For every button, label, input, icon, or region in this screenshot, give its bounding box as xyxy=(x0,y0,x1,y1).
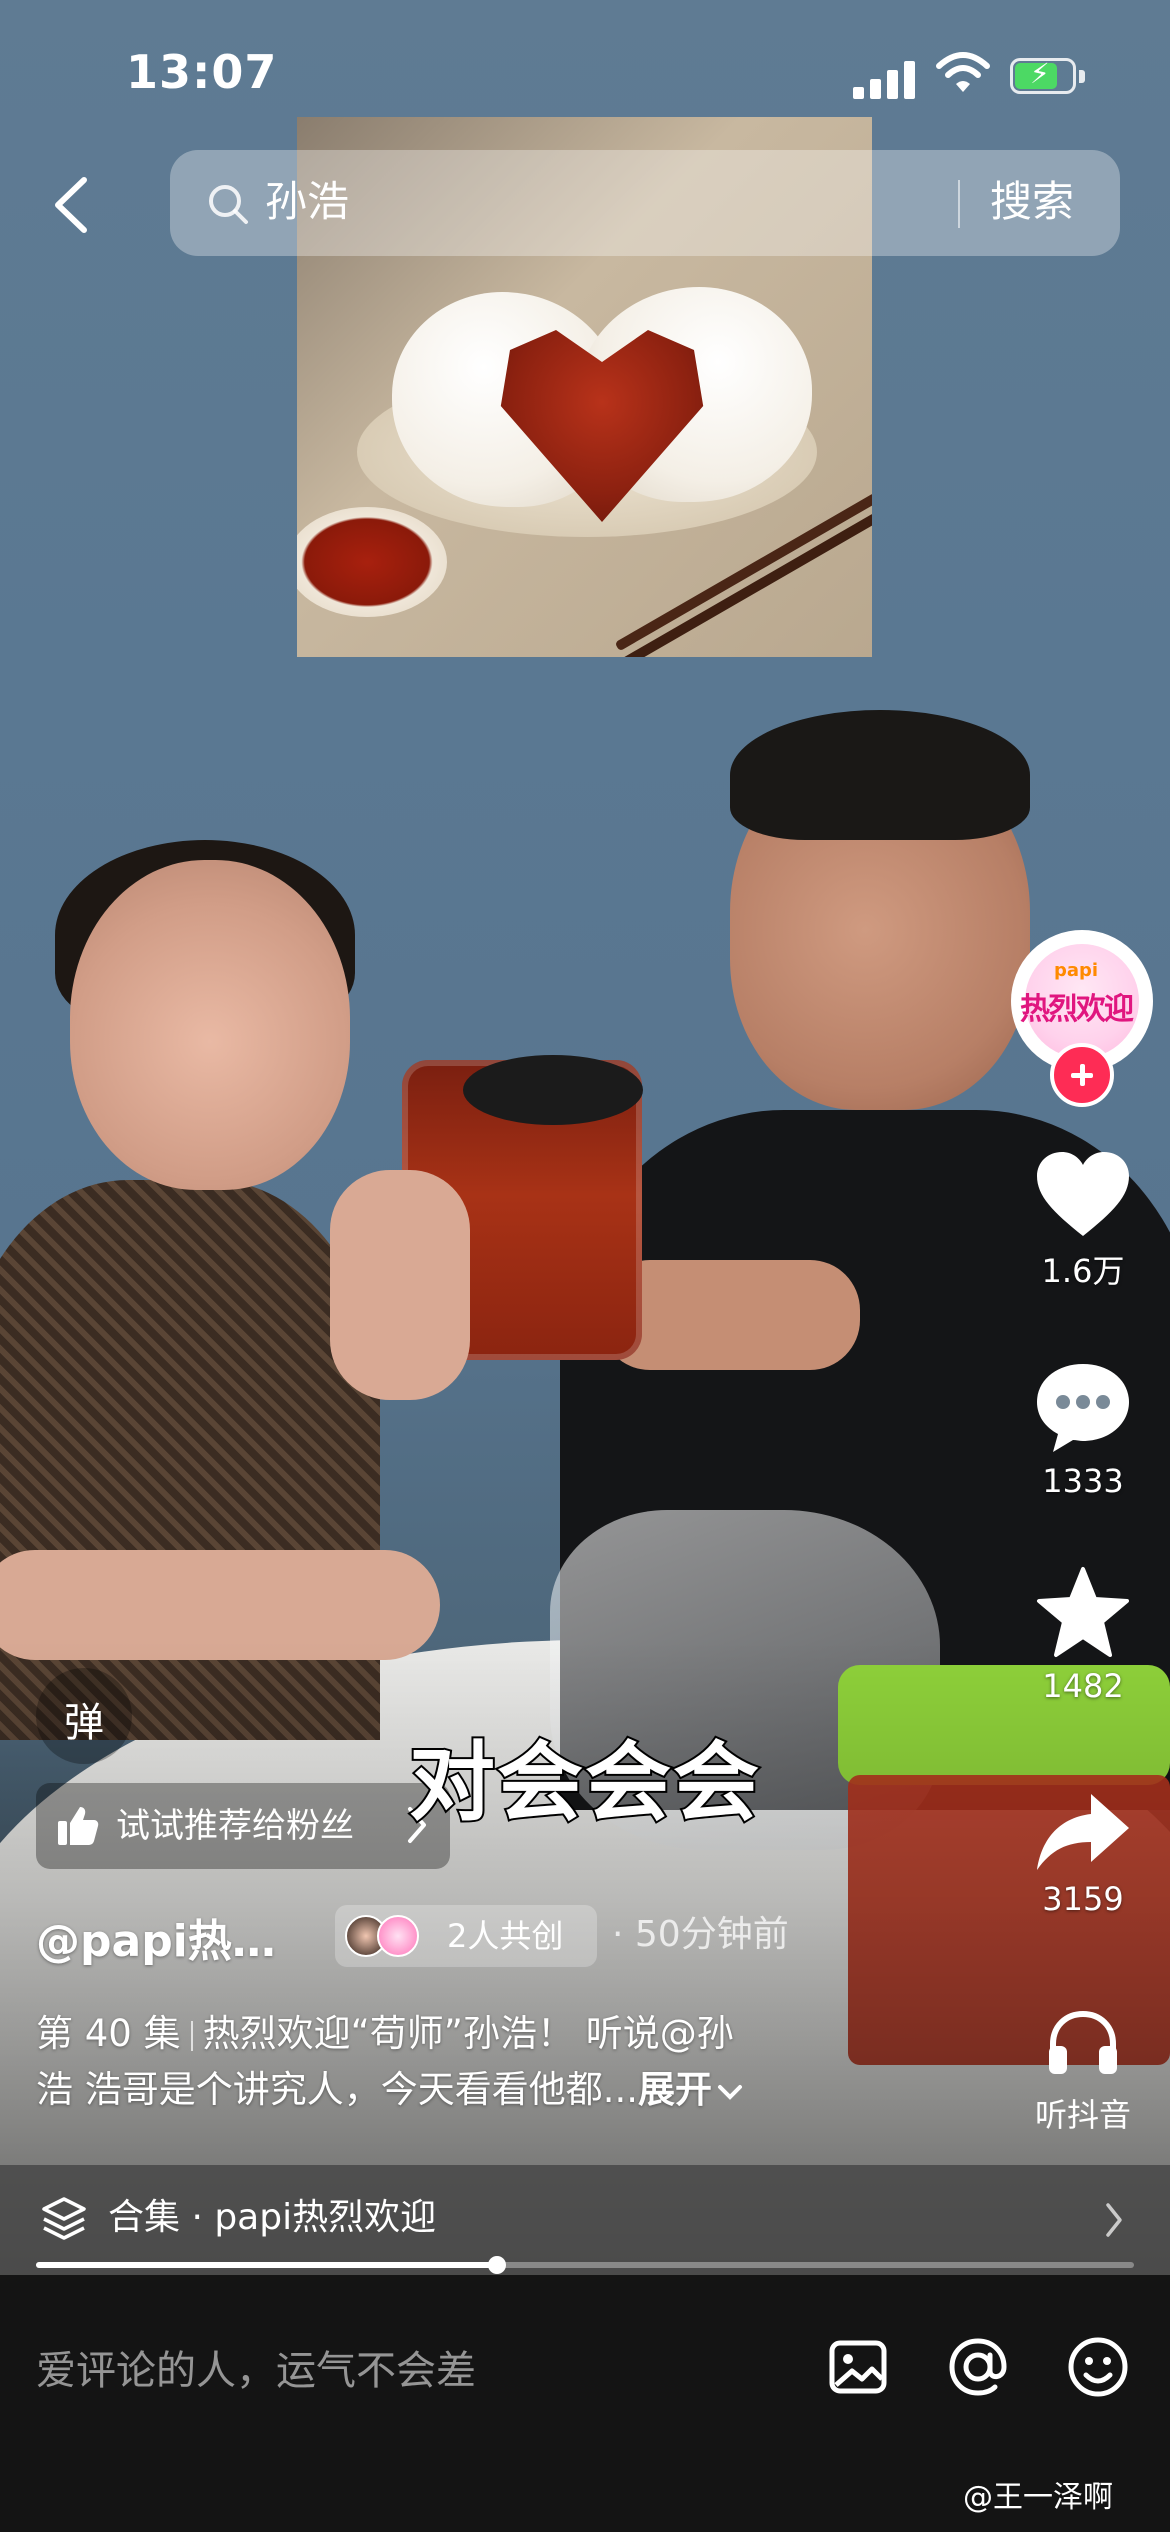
post-time: · 50分钟前 xyxy=(612,1914,789,1955)
collection-label: 合集 · papi热烈欢迎 xyxy=(108,2197,437,2238)
avatar-title-text: 热烈欢迎 xyxy=(1020,992,1134,1027)
comment-input[interactable]: 爱评论的人，运气不会差 xyxy=(36,2331,796,2411)
co-create-label: 2人共创 xyxy=(447,1917,564,1955)
search-input[interactable]: 孙浩 xyxy=(265,174,349,230)
video-description[interactable]: 第 40 集热烈欢迎“苟师”孙浩！ 听说@孙 浩 浩哥是个讲究人，今天看看他都.… xyxy=(36,2006,876,2118)
co-create-badge[interactable]: 2人共创 xyxy=(335,1905,597,1967)
search-bar[interactable]: 孙浩 搜索 xyxy=(170,150,1120,256)
star-icon xyxy=(1037,1567,1129,1657)
comment-bubble-icon xyxy=(1037,1364,1129,1452)
expand-button[interactable]: 展开 xyxy=(638,2068,712,2111)
chevron-down-icon xyxy=(718,2084,743,2100)
battery-icon: ⚡ xyxy=(1010,58,1088,96)
listen-douyin-button[interactable]: 听抖音 xyxy=(1010,2008,1156,2136)
collection-bar[interactable]: 合集 · papi热烈欢迎 xyxy=(0,2165,1170,2275)
headphones-icon xyxy=(1049,2010,1117,2074)
layers-icon xyxy=(42,2197,86,2240)
progress-fill xyxy=(36,2262,498,2268)
video-subtitle: 对会会会 xyxy=(407,1731,761,1835)
listen-label: 听抖音 xyxy=(1034,2096,1131,2134)
heart-icon xyxy=(1037,1152,1129,1236)
wifi-icon xyxy=(936,52,990,92)
comment-button[interactable]: 1333 xyxy=(1010,1360,1156,1500)
episode-label: 第 40 集 xyxy=(36,2012,181,2055)
episode-divider xyxy=(190,2020,193,2051)
follow-button[interactable] xyxy=(1050,1043,1114,1107)
status-time: 13:07 xyxy=(126,45,278,99)
video-screen: 13:07 ⚡ 孙浩 搜索 papi 热烈欢迎 1.6万 1333 1482 3… xyxy=(0,0,1170,2532)
chevron-right-icon xyxy=(1106,2203,1122,2237)
search-divider xyxy=(958,180,960,228)
search-icon xyxy=(209,185,248,224)
video-progress-bar[interactable] xyxy=(36,2256,1134,2274)
description-line2: 浩 浩哥是个讲究人，今天看看他都... xyxy=(36,2068,639,2111)
like-button[interactable]: 1.6万 xyxy=(1010,1150,1156,1292)
weibo-watermark: @王一泽啊 xyxy=(963,2480,1113,2515)
description-line1: 热烈欢迎“苟师”孙浩！ 听说@孙 xyxy=(202,2012,734,2055)
avatar-brand-text: papi xyxy=(1053,960,1099,981)
like-count: 1.6万 xyxy=(1041,1252,1125,1290)
image-icon[interactable] xyxy=(826,2335,890,2399)
favorite-count: 1482 xyxy=(1042,1667,1124,1705)
back-button[interactable] xyxy=(42,170,102,240)
co-creator-avatar xyxy=(377,1915,419,1957)
holding-hand xyxy=(330,1170,470,1400)
favorite-button[interactable]: 1482 xyxy=(1010,1565,1156,1705)
jar-lid xyxy=(463,1055,643,1125)
signal-icon xyxy=(853,57,915,99)
at-icon[interactable] xyxy=(944,2333,1012,2401)
search-button[interactable]: 搜索 xyxy=(990,174,1074,230)
emoji-icon[interactable] xyxy=(1064,2333,1132,2401)
share-count: 3159 xyxy=(1042,1880,1124,1918)
comment-count: 1333 xyxy=(1042,1462,1124,1500)
author-name[interactable]: @papi热… xyxy=(36,1905,276,1969)
